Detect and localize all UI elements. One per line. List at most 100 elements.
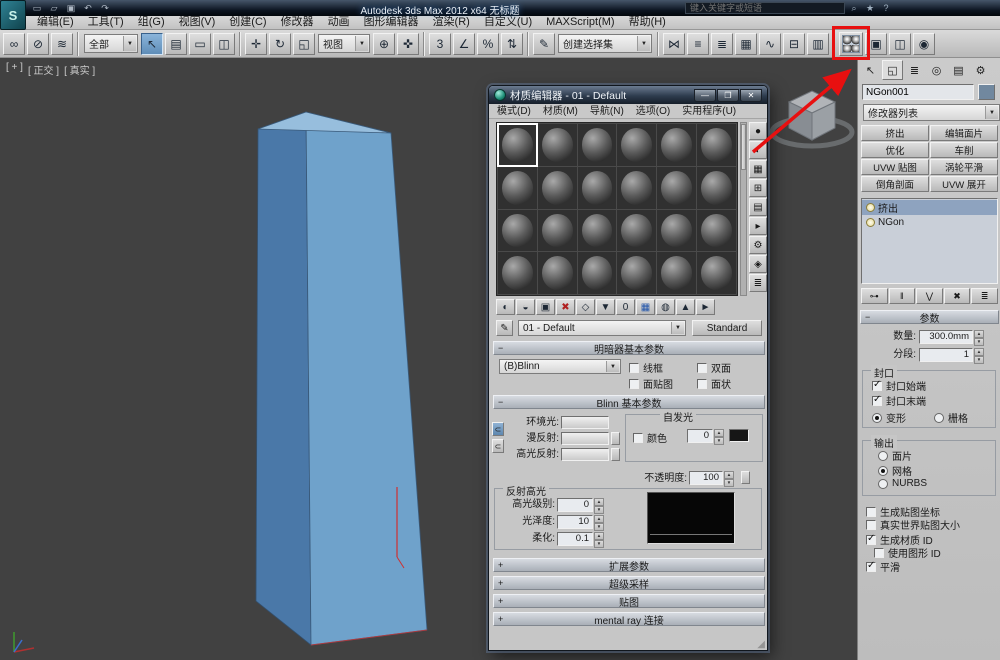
command-panel-tab-icon[interactable]: ◱ [882,60,903,80]
glossiness-field[interactable]: 10 [557,515,593,529]
reference-coordinate-dropdown[interactable]: 视图 ▼ [318,34,370,53]
material-tool-icon[interactable]: ✖ [556,299,575,315]
stack-tool-icon[interactable]: ⊶ [861,288,888,304]
glossiness-spinner[interactable]: ▲▼ [594,515,604,529]
self-illum-color-swatch[interactable] [729,429,749,442]
menu-item[interactable]: 动画 [321,16,357,29]
material-sample-slot[interactable] [697,252,736,294]
faceted-option[interactable]: 面状 [697,376,731,391]
amount-field[interactable]: 300.0mm [919,330,973,344]
snap-icon[interactable]: % [477,33,499,55]
menu-item[interactable]: 自定义(U) [477,16,539,29]
stack-tool-icon[interactable]: ≣ [971,288,998,304]
parameters-rollout-header[interactable]: − 参数 [860,310,999,324]
material-tool-icon[interactable]: ▲ [676,299,695,315]
cap-start-checkbox[interactable] [872,381,882,391]
quick-access-icon[interactable]: ▣ [64,2,78,14]
grid-option[interactable]: 栅格 [934,410,968,425]
material-sample-slot[interactable] [538,124,577,166]
diffuse-color-swatch[interactable] [561,432,609,445]
viewport-menu-shading[interactable]: [ 真实 ] [64,62,95,77]
collapsed-rollout-header[interactable]: + 扩展参数 [493,558,765,572]
sample-tool-icon[interactable]: ▤ [749,198,767,216]
material-tool-icon[interactable]: ◇ [576,299,595,315]
toolbar-icon[interactable]: ∞ [3,33,25,55]
toolbar-icon[interactable]: ◫ [213,33,235,55]
smooth-option[interactable]: 平滑 [866,559,900,574]
material-editor-menu-item[interactable]: 模式(D) [491,104,537,118]
material-sample-slot[interactable] [578,252,617,294]
modifier-button[interactable]: 倒角剖面 [861,176,929,192]
morph-option[interactable]: 变形 [872,410,906,425]
toolbar-icon[interactable]: ✜ [397,33,419,55]
toolbar-icon[interactable]: ↻ [269,33,291,55]
max-logo-icon[interactable]: S [0,0,26,30]
specular-level-spinner[interactable]: ▲▼ [594,498,604,512]
material-name-dropdown[interactable]: 01 - Default ▼ [518,320,686,336]
menu-item[interactable]: 图形编辑器 [357,16,426,29]
patch-option[interactable]: 面片 [878,448,912,463]
infocenter-icon[interactable]: ? [880,2,892,14]
two-sided-checkbox[interactable] [697,363,707,373]
material-sample-slot[interactable] [657,167,696,209]
morph-radio[interactable] [872,413,882,423]
wire-checkbox[interactable] [629,363,639,373]
material-sample-slot[interactable] [657,252,696,294]
toolbar-icon[interactable]: ✛ [245,33,267,55]
material-editor-icon[interactable] [839,32,863,56]
quick-access-icon[interactable]: ↷ [98,2,112,14]
command-panel-tab-icon[interactable]: ↖ [860,60,881,80]
menu-item[interactable]: 编辑(E) [30,16,81,29]
scrollbar-thumb[interactable] [741,124,746,170]
specular-color-swatch[interactable] [561,448,609,461]
material-sample-slot[interactable] [498,252,537,294]
viewport-menu-pov[interactable]: [ 正交 ] [28,62,59,77]
sample-tool-icon[interactable]: ◈ [749,255,767,273]
toolbar-icon[interactable]: ≋ [51,33,73,55]
smooth-checkbox[interactable] [866,562,876,572]
resize-grip-icon[interactable]: ◢ [757,639,765,650]
modifier-button[interactable]: 车削 [930,142,998,158]
shader-rollout-header[interactable]: − 明暗器基本参数 [493,341,765,355]
mesh-radio[interactable] [878,466,888,476]
sample-tool-icon[interactable]: ▸ [749,217,767,235]
toolbar-icon[interactable]: ◱ [293,33,315,55]
close-button[interactable]: ✕ [740,89,762,102]
menu-item[interactable]: 组(G) [131,16,172,29]
modifier-list-dropdown[interactable]: 修改器列表 ▼ [863,104,1000,121]
minimize-button[interactable]: — [694,89,716,102]
modifier-button[interactable]: UVW 贴图 [861,159,929,175]
material-editor-menu-item[interactable]: 实用程序(U) [676,104,742,118]
face-map-checkbox[interactable] [629,379,639,389]
modifier-button[interactable]: 编辑面片 [930,125,998,141]
material-sample-slot[interactable] [617,167,656,209]
material-sample-slot[interactable] [578,124,617,166]
material-editor-titlebar[interactable]: 材质编辑器 - 01 - Default — ❐ ✕ [489,86,767,104]
toolbar-icon[interactable]: ▦ [735,33,757,55]
specular-level-field[interactable]: 0 [557,498,593,512]
menu-item[interactable]: 帮助(H) [622,16,673,29]
object-name-field[interactable] [862,84,974,100]
menu-item[interactable]: MAXScript(M) [539,16,621,29]
material-sample-slot[interactable] [538,210,577,252]
patch-radio[interactable] [878,451,888,461]
toolbar-icon[interactable]: ⊟ [783,33,805,55]
material-tool-icon[interactable]: 0 [616,299,635,315]
material-sample-slot[interactable] [657,210,696,252]
material-sample-slot[interactable] [657,124,696,166]
self-illum-spinner[interactable]: ▲▼ [714,429,724,443]
modifier-stack-row[interactable]: 挤出 [862,200,997,215]
menu-item[interactable]: 创建(C) [222,16,273,29]
faceted-checkbox[interactable] [697,379,707,389]
stack-tool-icon[interactable]: ‖ [889,288,916,304]
material-tool-icon[interactable]: ▦ [636,299,655,315]
use-shape-id-option[interactable]: 使用图形 ID [874,545,941,560]
quick-access-icon[interactable]: ▱ [47,2,61,14]
infocenter-icon[interactable]: ⌕ [848,2,860,14]
mesh-option[interactable]: 网格 [878,463,912,478]
modifier-stack-row[interactable]: NGon [862,215,997,230]
amount-spinner[interactable]: ▲▼ [974,330,984,344]
command-panel-tab-icon[interactable]: ⚙ [970,60,991,80]
sample-scrollbar[interactable] [740,122,747,296]
opacity-spinner[interactable]: ▲▼ [724,471,734,485]
